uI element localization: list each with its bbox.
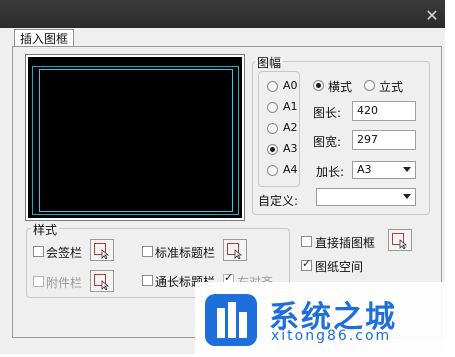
direct-insert-checkbox[interactable]	[301, 236, 312, 247]
width-label: 图宽:	[313, 135, 342, 149]
radio-portrait-label: 立式	[379, 80, 404, 94]
pick-cursor-icon	[227, 243, 243, 259]
pick-cursor-icon	[94, 274, 110, 290]
radio-a3[interactable]	[267, 144, 278, 155]
frame-preview	[25, 54, 245, 221]
frame-size-group-title: 图幅	[255, 54, 284, 71]
watermark: 系统之城 xitong86.com	[195, 282, 455, 354]
watermark-site: xitong86.com	[271, 328, 392, 344]
standard-title-checkbox[interactable]	[142, 246, 153, 257]
extend-label: 加长:	[316, 165, 345, 179]
radio-portrait[interactable]	[364, 80, 375, 91]
chevron-down-icon	[403, 167, 411, 172]
paper-space-label: 图纸空间	[315, 260, 364, 274]
radio-landscape-label: 横式	[328, 80, 353, 94]
custom-select[interactable]	[316, 188, 416, 206]
radio-a4-label: A4	[283, 163, 298, 176]
pick-cursor-icon	[94, 243, 110, 259]
direct-insert-label: 直接插图框	[315, 236, 376, 250]
sign-bar-pick-button[interactable]	[90, 239, 114, 261]
sign-bar-label: 会签栏	[46, 246, 83, 260]
width-input[interactable]: 297	[352, 130, 416, 150]
radio-a3-label: A3	[283, 142, 298, 155]
chevron-down-icon	[403, 194, 411, 199]
sign-bar-checkbox[interactable]	[33, 246, 44, 257]
length-label: 图长:	[313, 106, 342, 120]
attach-bar-checkbox[interactable]	[33, 276, 44, 287]
titlebar: ✕	[0, 0, 445, 28]
radio-landscape[interactable]	[313, 80, 324, 91]
length-input[interactable]: 420	[352, 101, 416, 121]
custom-label: 自定义:	[258, 194, 299, 208]
extend-select-value: A3	[357, 163, 372, 176]
radio-a2[interactable]	[267, 123, 278, 134]
extend-select[interactable]: A3	[352, 161, 416, 179]
radio-a1[interactable]	[267, 102, 278, 113]
standard-title-pick-button[interactable]	[223, 239, 247, 261]
long-title-checkbox[interactable]	[142, 275, 153, 286]
style-group-title: 样式	[31, 221, 60, 238]
direct-insert-pick-button[interactable]	[388, 229, 412, 251]
radio-a4[interactable]	[267, 165, 278, 176]
radio-a2-label: A2	[283, 121, 298, 134]
radio-a0[interactable]	[267, 81, 278, 92]
standard-title-label: 标准标题栏	[155, 246, 216, 260]
attach-bar-label: 附件栏	[46, 276, 83, 290]
close-icon[interactable]: ✕	[425, 8, 439, 24]
radio-a1-label: A1	[283, 100, 298, 113]
radio-a0-label: A0	[283, 79, 298, 92]
attach-bar-pick-button[interactable]	[90, 270, 114, 292]
paper-space-checkbox[interactable]	[301, 257, 312, 271]
frame-inner-border	[39, 69, 233, 212]
pick-cursor-icon	[392, 233, 408, 249]
